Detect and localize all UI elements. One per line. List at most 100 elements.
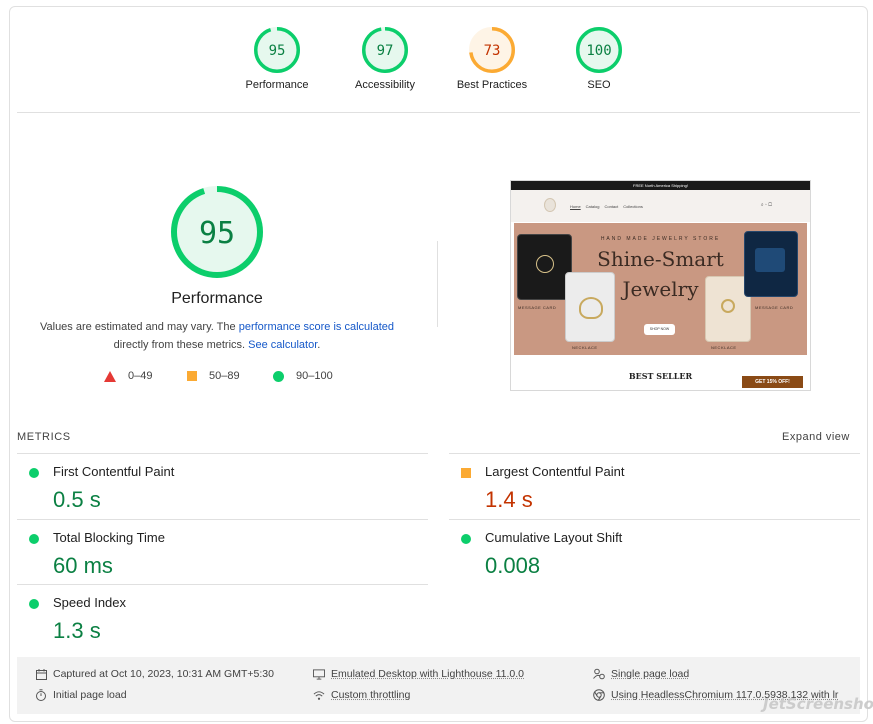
metric-name: First Contentful Paint (53, 464, 174, 479)
metrics-row-divider (449, 519, 860, 520)
performance-score-link[interactable]: performance score is calculated (239, 321, 394, 333)
metric-name: Total Blocking Time (53, 530, 165, 545)
calendar-icon (35, 668, 47, 680)
gauge-label: SEO (549, 79, 649, 91)
gauge-performance[interactable]: 95 Performance (227, 27, 327, 91)
gauge-best-practices[interactable]: 73 Best Practices (442, 27, 542, 91)
site-header: Home Catalog Contact Collections ⌕ ◦ ▢ (511, 190, 810, 222)
pass-circle-icon (29, 534, 39, 544)
metric-value: 0.008 (485, 553, 540, 579)
metrics-row-divider (17, 453, 428, 454)
product-caption: NECKLACE (572, 345, 598, 350)
gauge-score: 95 (199, 216, 235, 251)
score-gauge-svg: 95 (171, 186, 263, 278)
gauge-score: 97 (377, 43, 394, 59)
product-image (744, 231, 798, 297)
metrics-row-divider (17, 519, 428, 520)
metric-value: 0.5 s (53, 487, 101, 513)
desktop-icon (313, 668, 325, 680)
wifi-icon (313, 689, 325, 701)
pass-circle-icon (29, 468, 39, 478)
gauge-score: 95 (269, 43, 286, 59)
throttling-text: Custom throttling (331, 689, 410, 701)
score-gauge-svg: 95 (254, 27, 300, 73)
emulated-device[interactable]: Emulated Desktop with Lighthouse 11.0.0 (313, 668, 524, 680)
site-nav: Home Catalog Contact Collections (570, 204, 643, 209)
chrome-icon (593, 689, 605, 701)
average-square-icon (461, 468, 471, 478)
initial-page-load: Initial page load (35, 689, 127, 701)
site-header-icons: ⌕ ◦ ▢ (761, 202, 772, 208)
site-logo-icon (544, 198, 556, 212)
product-image (565, 272, 615, 342)
pass-circle-icon (29, 599, 39, 609)
score-gauge-svg: 73 (469, 27, 515, 73)
gauge-label: Best Practices (442, 79, 542, 91)
metrics-heading: METRICS (17, 431, 71, 443)
metrics-row-divider (17, 584, 428, 585)
captured-at-text: Captured at Oct 10, 2023, 10:31 AM GMT+5… (53, 668, 274, 680)
fail-triangle-icon (104, 371, 116, 382)
legend-pass-label: 90–100 (296, 370, 333, 382)
legend-average-label: 50–89 (209, 370, 240, 382)
metric-name: Largest Contentful Paint (485, 464, 624, 479)
product-caption: MESSAGE CARD (518, 305, 556, 310)
watermark-logo: JetScreenshot (763, 695, 873, 713)
pass-circle-icon (273, 371, 284, 382)
gauge-ring-large: 95 (171, 186, 263, 278)
single-page-load[interactable]: Single page load (593, 668, 689, 680)
metrics-row-divider (449, 453, 860, 454)
average-square-icon (187, 371, 197, 381)
summary-divider (17, 112, 860, 113)
initial-page-load-text: Initial page load (53, 689, 127, 701)
offer-badge: GET 15% OFF! (742, 376, 803, 388)
metric-name: Cumulative Layout Shift (485, 530, 622, 545)
gauge-accessibility[interactable]: 97 Accessibility (335, 27, 435, 91)
product-image (517, 234, 572, 300)
site-nav-item: Catalog (586, 204, 600, 209)
product-caption: NECKLACE (711, 345, 737, 350)
legend-fail-label: 0–49 (128, 370, 152, 382)
gauge-label: Accessibility (335, 79, 435, 91)
see-calculator-link[interactable]: See calculator (248, 339, 317, 351)
legend-fail: 0–49 (104, 370, 152, 382)
site-announcement-bar: FREE North America Shipping! (511, 181, 810, 190)
timer-icon (35, 689, 47, 701)
vertical-separator (437, 241, 438, 327)
gauge-ring: 95 (254, 27, 300, 73)
single-page-load-text: Single page load (611, 668, 689, 680)
desc-text: directly from these metrics. (114, 339, 248, 351)
metric-value: 1.3 s (53, 618, 101, 644)
metric-value: 60 ms (53, 553, 113, 579)
desc-text: . (317, 339, 320, 351)
runtime-settings: Captured at Oct 10, 2023, 10:31 AM GMT+5… (17, 657, 860, 714)
site-hero-banner: HAND MADE JEWELRY STORE Shine-Smart Jewe… (514, 223, 807, 355)
score-gauge-svg: 97 (362, 27, 408, 73)
site-nav-item: Collections (623, 204, 643, 209)
hero-shop-button: SHOP NOW (644, 324, 675, 335)
site-nav-item: Home (570, 204, 581, 209)
legend-pass: 90–100 (273, 370, 333, 382)
emulated-device-text: Emulated Desktop with Lighthouse 11.0.0 (331, 668, 524, 680)
expand-view-toggle[interactable]: Expand view (782, 431, 850, 443)
throttling[interactable]: Custom throttling (313, 689, 410, 701)
score-gauge-svg: 100 (576, 27, 622, 73)
metric-name: Speed Index (53, 595, 126, 610)
performance-description: Values are estimated and may vary. The p… (30, 318, 404, 354)
metric-value: 1.4 s (485, 487, 533, 513)
gauge-seo[interactable]: 100 SEO (549, 27, 649, 91)
gauge-ring: 100 (576, 27, 622, 73)
captured-at: Captured at Oct 10, 2023, 10:31 AM GMT+5… (35, 668, 274, 680)
person-icon (593, 668, 605, 680)
performance-title: Performance (120, 290, 314, 308)
gauge-ring: 73 (469, 27, 515, 73)
final-screenshot[interactable]: FREE North America Shipping! Home Catalo… (510, 180, 811, 391)
gauge-score: 100 (586, 43, 611, 59)
legend-average: 50–89 (187, 370, 240, 382)
pass-circle-icon (461, 534, 471, 544)
desc-text: Values are estimated and may vary. The (40, 321, 239, 333)
gauge-ring: 97 (362, 27, 408, 73)
performance-gauge-large: 95 Performance (120, 186, 314, 308)
product-caption: MESSAGE CARD (755, 305, 793, 310)
site-nav-item: Contact (604, 204, 618, 209)
